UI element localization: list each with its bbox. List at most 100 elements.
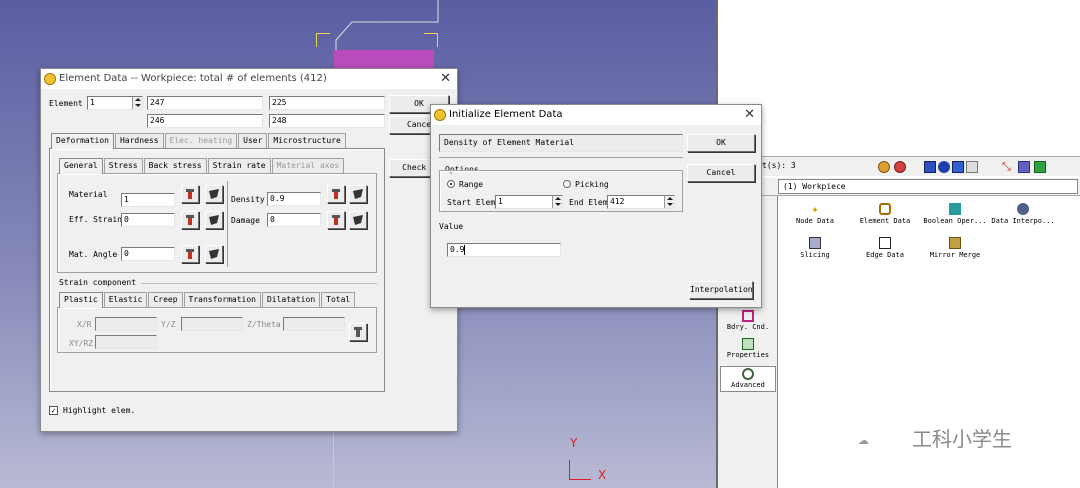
tab-microstructure[interactable]: Microstructure	[268, 133, 346, 148]
close-icon[interactable]: ✕	[744, 105, 755, 125]
view-window-icon[interactable]	[952, 161, 964, 173]
eff-strain-pick-button[interactable]	[205, 211, 223, 229]
tab-stress[interactable]: Stress	[103, 158, 143, 173]
picking-radio[interactable]	[563, 180, 571, 188]
wrench-icon	[186, 215, 194, 225]
material-field[interactable]: 1	[121, 193, 175, 207]
pick-icon	[209, 215, 219, 225]
xyrz-field	[95, 335, 157, 349]
value-label: Value	[439, 222, 464, 231]
ztheta-field	[283, 317, 345, 331]
view-reset-icon[interactable]	[966, 161, 978, 173]
density-edit-button[interactable]	[327, 185, 345, 203]
highlight-checkbox[interactable]: ✓	[49, 406, 58, 415]
tab-general[interactable]: General	[59, 158, 103, 174]
side-item-bdry[interactable]: Bdry. Cnd.	[720, 310, 776, 336]
tool-mirror-merge-label: Mirror Merge	[929, 251, 981, 259]
tab-strain-rate[interactable]: Strain rate	[207, 158, 271, 173]
tool-data-interp[interactable]: Data Interpo...	[988, 203, 1058, 225]
tab-material-axes: Material axes	[271, 158, 345, 173]
init-ok-button[interactable]: OK	[687, 134, 755, 152]
object-item-workpiece[interactable]: (1) Workpiece	[783, 182, 846, 192]
pick-icon	[209, 249, 219, 259]
xr-field	[95, 317, 157, 331]
element-field[interactable]: 1	[87, 96, 143, 110]
element-label: Element	[49, 99, 83, 108]
tool-node-data[interactable]: ✦ Node Data	[780, 203, 850, 225]
mat-angle-edit-button[interactable]	[181, 245, 199, 263]
tool-edge-data[interactable]: Edge Data	[850, 237, 920, 259]
slicing-icon	[809, 237, 821, 249]
material-pick-button[interactable]	[205, 185, 223, 203]
xyrz-label: XY/RZ	[69, 339, 94, 348]
close-icon[interactable]: ✕	[440, 69, 451, 89]
range-label: Range	[459, 180, 484, 189]
tab-deformation[interactable]: Deformation	[51, 133, 114, 149]
damage-label: Damage	[231, 216, 260, 225]
grid-icon[interactable]	[1018, 161, 1030, 173]
material-edit-button[interactable]	[181, 185, 199, 203]
view-globe-icon[interactable]	[938, 161, 950, 173]
element-value: 1	[90, 98, 95, 107]
tab-plastic[interactable]: Plastic	[59, 292, 103, 308]
tab-hardness[interactable]: Hardness	[114, 133, 164, 148]
eff-strain-edit-button[interactable]	[181, 211, 199, 229]
strain-component-label: Strain component	[59, 278, 137, 287]
tool-slicing-label: Slicing	[800, 251, 830, 259]
right-toolbar: t(s): 3 ⤡	[718, 156, 1080, 176]
tool-slicing[interactable]: Slicing	[780, 237, 850, 259]
damage-field[interactable]: 0	[267, 213, 321, 227]
tab-transformation[interactable]: Transformation	[183, 292, 261, 307]
pointer-icon[interactable]: ⤡	[1002, 161, 1014, 173]
tab-dilatation[interactable]: Dilatation	[261, 292, 321, 307]
save-image-icon[interactable]	[1034, 161, 1046, 173]
wrench-icon	[186, 249, 194, 259]
tab-creep[interactable]: Creep	[148, 292, 183, 307]
side-item-advanced[interactable]: Advanced	[720, 366, 776, 392]
tool-mirror-merge[interactable]: Mirror Merge	[920, 237, 990, 259]
end-elem-spinner[interactable]	[664, 196, 674, 208]
tab-back-stress[interactable]: Back stress	[143, 158, 207, 173]
interpolation-button[interactable]: Interpolation	[689, 281, 753, 299]
tool-element-data[interactable]: Element Data	[850, 203, 920, 225]
view-fit-icon[interactable]	[924, 161, 936, 173]
node-data-icon: ✦	[811, 202, 819, 216]
tool-boolean[interactable]: Boolean Oper...	[920, 203, 990, 225]
tab-user[interactable]: User	[238, 133, 268, 148]
zoom-out-icon[interactable]	[894, 161, 906, 173]
start-elem-spinner[interactable]	[552, 196, 562, 208]
xr-label: X/R	[77, 320, 92, 329]
damage-pick-button[interactable]	[349, 211, 367, 229]
damage-edit-button[interactable]	[327, 211, 345, 229]
side-item-properties[interactable]: Properties	[720, 338, 776, 364]
density-field[interactable]: 0.9	[267, 192, 321, 206]
value-field[interactable]: 0.9	[447, 243, 561, 257]
options-divider	[439, 157, 683, 158]
mat-angle-field[interactable]: 0	[121, 247, 175, 261]
tool-data-interp-label: Data Interpo...	[991, 217, 1055, 225]
pick-icon	[353, 215, 363, 225]
element-dialog-titlebar: Element Data -- Workpiece: total # of el…	[41, 69, 457, 89]
zoom-in-icon[interactable]	[878, 161, 890, 173]
init-dialog-title: Initialize Element Data	[449, 109, 563, 120]
yz-field	[181, 317, 243, 331]
start-elem-field[interactable]: 1	[495, 195, 563, 209]
eff-strain-field[interactable]: 0	[121, 213, 175, 227]
watermark: ☁ 工科小学生	[858, 424, 1078, 454]
density-pick-button[interactable]	[349, 185, 367, 203]
tab-elastic[interactable]: Elastic	[103, 292, 148, 307]
mat-angle-pick-button[interactable]	[205, 245, 223, 263]
strain-component-rule	[141, 283, 377, 284]
end-elem-field[interactable]: 412	[607, 195, 675, 209]
edge-data-icon	[879, 237, 891, 249]
tab-total[interactable]: Total	[321, 292, 356, 307]
watermark-text: 工科小学生	[912, 427, 1012, 451]
start-elem-label: Start Elem	[447, 198, 496, 207]
object-tree[interactable]: (1) Workpiece	[778, 179, 1078, 194]
text-cursor	[464, 244, 466, 255]
range-radio[interactable]	[447, 180, 455, 188]
end-elem-value: 412	[610, 197, 625, 206]
strain-edit-button[interactable]	[349, 323, 367, 341]
init-cancel-button[interactable]: Cancel	[687, 164, 755, 182]
element-spinner[interactable]	[132, 97, 142, 109]
